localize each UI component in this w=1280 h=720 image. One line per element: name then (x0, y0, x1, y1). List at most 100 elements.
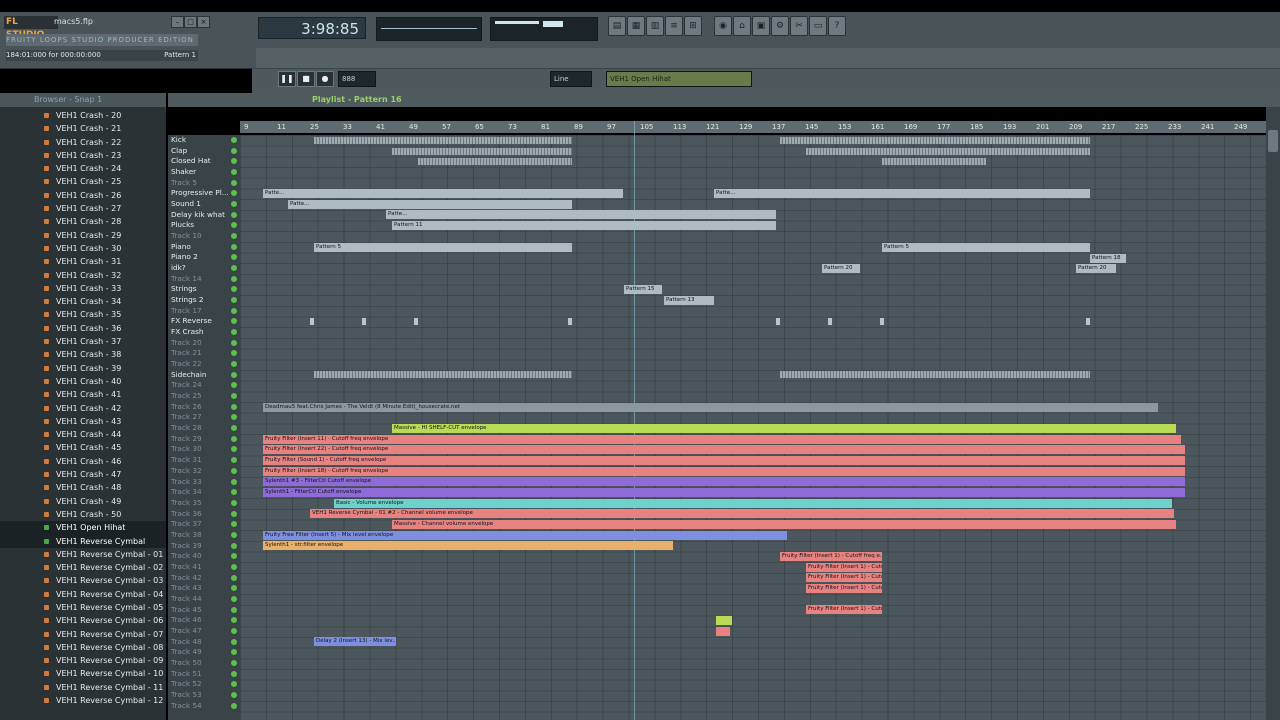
browser-item[interactable]: VEH1 Crash - 48 (0, 481, 166, 494)
browser-item[interactable]: VEH1 Crash - 31 (0, 255, 166, 268)
vertical-scrollbar[interactable] (1266, 107, 1280, 720)
track-header[interactable]: Track 39 (168, 541, 240, 552)
browser-item[interactable]: VEH1 Crash - 50 (0, 508, 166, 521)
track-header[interactable]: Track 24 (168, 380, 240, 391)
track-header[interactable]: Track 44 (168, 594, 240, 605)
mute-led-icon[interactable] (231, 382, 237, 389)
mute-led-icon[interactable] (231, 499, 237, 506)
mute-led-icon[interactable] (231, 649, 237, 656)
track-header[interactable]: Track 26 (168, 402, 240, 413)
mixer-icon[interactable]: ≡ (665, 16, 683, 36)
record-button[interactable]: ● (316, 71, 334, 87)
fx-reverse-clip[interactable] (310, 318, 314, 325)
track-header[interactable]: Track 42 (168, 573, 240, 584)
browser-item[interactable]: VEH1 Crash - 28 (0, 215, 166, 228)
mute-led-icon[interactable] (231, 606, 237, 613)
track-header[interactable]: Delay kik what (168, 210, 240, 221)
clap-pattern[interactable] (392, 148, 572, 155)
track-header[interactable]: Track 27 (168, 412, 240, 423)
browser-item[interactable]: VEH1 Crash - 26 (0, 189, 166, 202)
sidechain-pattern-2[interactable] (780, 371, 1090, 378)
mute-led-icon[interactable] (231, 137, 237, 143)
track-header[interactable]: Track 17 (168, 306, 240, 317)
sylenth-filter-envelope[interactable]: Sylenth1 - str.filter envelope (263, 541, 673, 550)
mute-led-icon[interactable] (231, 211, 237, 218)
browser-item[interactable]: VEH1 Reverse Cymbal - 06 (0, 614, 166, 627)
browser-item[interactable]: VEH1 Reverse Cymbal - 05 (0, 601, 166, 614)
idk-clip[interactable]: Pattern 20 (822, 264, 860, 273)
mute-led-icon[interactable] (231, 190, 237, 197)
browser-item[interactable]: VEH1 Crash - 35 (0, 308, 166, 321)
track-header[interactable]: Track 10 (168, 231, 240, 242)
scroll-thumb[interactable] (1268, 130, 1278, 152)
track-header[interactable]: Track 25 (168, 391, 240, 402)
browser-item[interactable]: VEH1 Crash - 45 (0, 441, 166, 454)
idk-clip-2[interactable]: Pattern 20 (1076, 264, 1116, 273)
plucks-clips[interactable]: Pattern 11 (392, 221, 776, 230)
massive-envelope[interactable]: Massive - HI SHELF-CUT envelope (392, 424, 1176, 433)
track-header[interactable]: Plucks (168, 220, 240, 231)
track-header[interactable]: Track 14 (168, 274, 240, 285)
piano-clips-2[interactable]: Pattern 5 (882, 243, 1090, 252)
audio-clip[interactable]: Deadmau5 feat.Chris James - The Veldt (8… (263, 403, 1158, 412)
mute-led-icon[interactable] (231, 638, 237, 645)
plugin-picker-icon[interactable]: ⌂ (733, 16, 751, 36)
sidechain-pattern[interactable] (314, 371, 572, 378)
mute-led-icon[interactable] (231, 307, 237, 314)
piano2-clip[interactable]: Pattern 18 (1090, 254, 1126, 263)
piano-roll-icon[interactable]: ▥ (646, 16, 664, 36)
track-header[interactable]: Track 38 (168, 530, 240, 541)
browser-item[interactable]: VEH1 Crash - 33 (0, 282, 166, 295)
track-header[interactable]: Track 32 (168, 466, 240, 477)
massive-volume-envelope[interactable]: Massive - Channel volume envelope (392, 520, 1176, 529)
mute-led-icon[interactable] (231, 339, 237, 346)
kick-pattern[interactable] (314, 137, 572, 144)
mute-led-icon[interactable] (231, 297, 237, 304)
hat-pattern-2[interactable] (882, 158, 986, 165)
track-header[interactable]: Track 30 (168, 444, 240, 455)
filter-clip-d[interactable]: Fruity Filter (Insert 1) - Cutoff freq e… (806, 584, 882, 593)
fx-reverse-clip[interactable] (414, 318, 418, 325)
mute-led-icon[interactable] (231, 574, 237, 581)
kick-pattern-2[interactable] (780, 137, 1090, 144)
track-header[interactable]: Track 52 (168, 679, 240, 690)
mute-led-icon[interactable] (231, 627, 237, 634)
basic-envelope[interactable]: Basic - Volume envelope (334, 499, 1172, 508)
mute-led-icon[interactable] (231, 179, 237, 186)
browser-item[interactable]: VEH1 Crash - 29 (0, 229, 166, 242)
mute-led-icon[interactable] (231, 510, 237, 517)
strings-clip[interactable]: Pattern 15 (624, 285, 662, 294)
filter-clip-e[interactable]: Fruity Filter (Insert 1) - Cutoff freq e… (806, 605, 882, 614)
track-header[interactable]: Track 21 (168, 348, 240, 359)
mute-led-icon[interactable] (231, 670, 237, 677)
mute-led-icon[interactable] (231, 542, 237, 549)
track-header[interactable]: Kick (168, 135, 240, 146)
track-header[interactable]: Track 49 (168, 647, 240, 658)
fx-reverse-clip[interactable] (1086, 318, 1090, 325)
browser-item[interactable]: VEH1 Crash - 21 (0, 122, 166, 135)
mute-led-icon[interactable] (231, 158, 237, 165)
mute-led-icon[interactable] (231, 702, 237, 709)
mute-led-icon[interactable] (231, 467, 237, 474)
filter-envelope-4[interactable]: Fruity Filter (Insert 18) - Cutoff freq … (263, 467, 1185, 476)
filter-envelope-3[interactable]: Fruity Filter (Sound 1) - Cutoff freq en… (263, 456, 1185, 465)
delay-clips[interactable]: Patte... (386, 210, 776, 219)
mute-led-icon[interactable] (231, 531, 237, 538)
filter-clip-a[interactable]: Fruity Filter (Insert 1) - Cutoff freq e… (780, 552, 882, 561)
mute-led-icon[interactable] (231, 222, 237, 229)
stop-button[interactable]: ■ (297, 71, 315, 87)
tempo-lcd[interactable]: 888 (338, 71, 376, 87)
mute-led-icon[interactable] (231, 425, 237, 432)
track-header[interactable]: FX Reverse (168, 316, 240, 327)
track-header[interactable]: FX Crash (168, 327, 240, 338)
track-header[interactable]: idk? (168, 263, 240, 274)
mute-led-icon[interactable] (231, 403, 237, 410)
track-header[interactable]: Track 36 (168, 509, 240, 520)
track-header[interactable]: Track 46 (168, 615, 240, 626)
online-icon[interactable]: ◉ (714, 16, 732, 36)
track-header[interactable]: Track 29 (168, 434, 240, 445)
strings2-clip[interactable]: Pattern 13 (664, 296, 714, 305)
tools-icon[interactable]: ✂ (790, 16, 808, 36)
track-header[interactable]: Track 40 (168, 551, 240, 562)
mute-led-icon[interactable] (231, 233, 237, 240)
